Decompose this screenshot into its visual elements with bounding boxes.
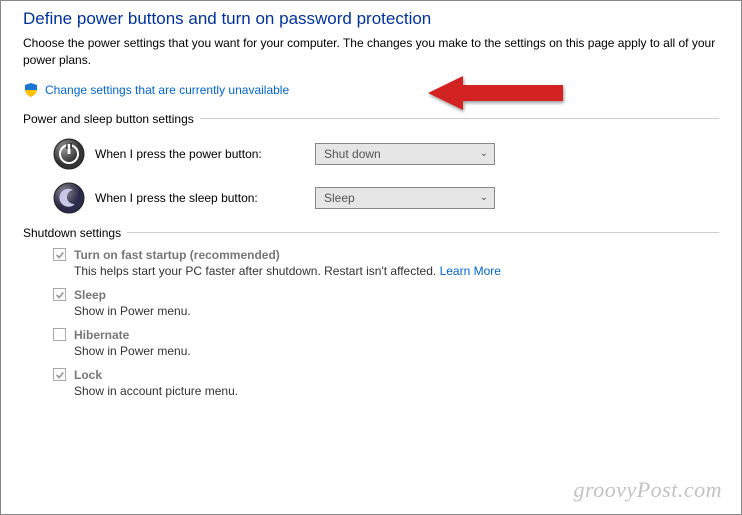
- lock-checkbox[interactable]: [53, 368, 66, 381]
- chevron-down-icon: ⌄: [480, 192, 488, 203]
- section-title: Shutdown settings: [23, 226, 121, 240]
- power-button-label: When I press the power button:: [95, 147, 305, 161]
- power-button-dropdown[interactable]: Shut down ⌄: [315, 143, 495, 165]
- lock-title: Lock: [74, 368, 102, 382]
- power-button-row: When I press the power button: Shut down…: [53, 138, 719, 170]
- fast-startup-sub: This helps start your PC faster after sh…: [74, 264, 719, 278]
- fast-startup-title: Turn on fast startup (recommended): [74, 248, 280, 262]
- hibernate-checkbox[interactable]: [53, 328, 66, 341]
- hibernate-title: Hibernate: [74, 328, 129, 342]
- dropdown-value: Sleep: [324, 191, 355, 205]
- shield-icon: [23, 82, 39, 98]
- section-title: Power and sleep button settings: [23, 112, 194, 126]
- sleep-sub: Show in Power menu.: [74, 304, 719, 318]
- learn-more-link[interactable]: Learn More: [440, 264, 501, 278]
- sleep-checkbox[interactable]: [53, 288, 66, 301]
- chevron-down-icon: ⌄: [480, 148, 488, 159]
- dropdown-value: Shut down: [324, 147, 381, 161]
- divider: [200, 118, 719, 119]
- power-icon: [53, 138, 85, 170]
- sleep-button-dropdown[interactable]: Sleep ⌄: [315, 187, 495, 209]
- sleep-button-row: When I press the sleep button: Sleep ⌄: [53, 182, 719, 214]
- admin-link-row: Change settings that are currently unava…: [23, 82, 719, 98]
- lock-sub: Show in account picture menu.: [74, 384, 719, 398]
- section-shutdown: Shutdown settings: [23, 226, 719, 240]
- divider: [127, 232, 719, 233]
- sleep-icon: [53, 182, 85, 214]
- lock-item: Lock Show in account picture menu.: [53, 368, 719, 398]
- shutdown-settings-list: Turn on fast startup (recommended) This …: [53, 248, 719, 398]
- sleep-item: Sleep Show in Power menu.: [53, 288, 719, 318]
- section-power-sleep: Power and sleep button settings: [23, 112, 719, 126]
- hibernate-sub: Show in Power menu.: [74, 344, 719, 358]
- sleep-title: Sleep: [74, 288, 106, 302]
- page-title: Define power buttons and turn on passwor…: [23, 9, 719, 29]
- fast-startup-item: Turn on fast startup (recommended) This …: [53, 248, 719, 278]
- change-settings-link[interactable]: Change settings that are currently unava…: [45, 83, 289, 97]
- hibernate-item: Hibernate Show in Power menu.: [53, 328, 719, 358]
- watermark: groovyPost.com: [573, 477, 722, 503]
- fast-startup-checkbox[interactable]: [53, 248, 66, 261]
- sleep-button-label: When I press the sleep button:: [95, 191, 305, 205]
- page-description: Choose the power settings that you want …: [23, 35, 719, 70]
